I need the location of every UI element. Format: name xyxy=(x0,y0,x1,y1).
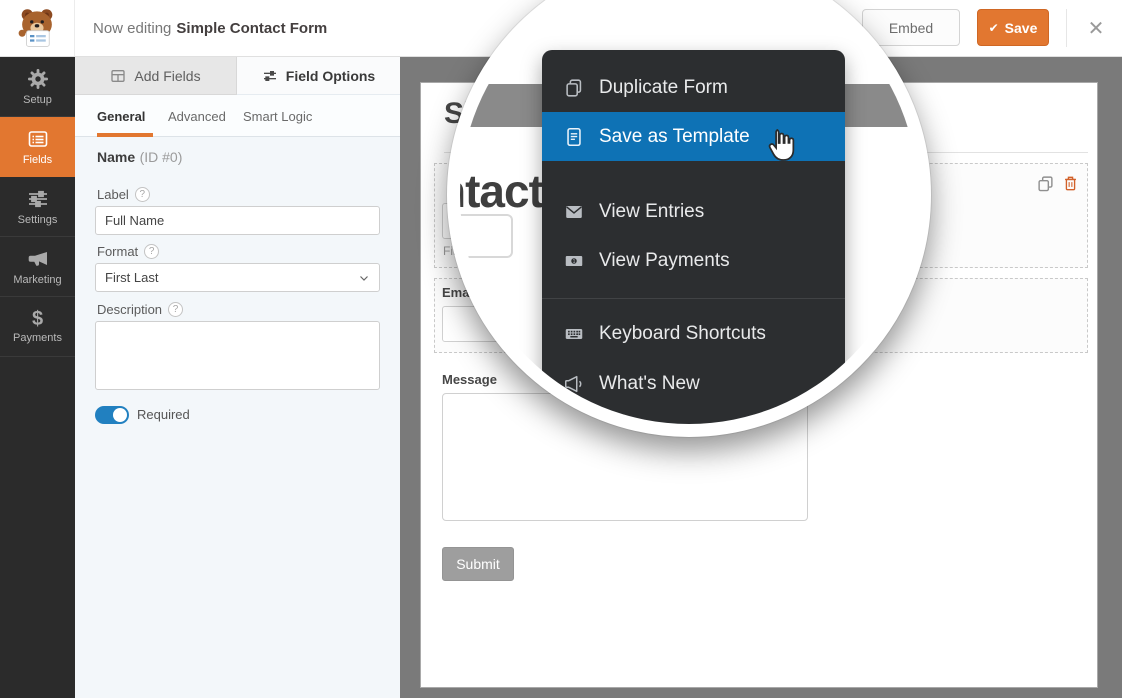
format-select[interactable]: First Last xyxy=(95,263,380,292)
field-heading: Name (ID #0) xyxy=(97,149,182,167)
now-editing-text: Now editing Simple Contact Form xyxy=(93,0,327,56)
wpforms-logo xyxy=(0,0,75,56)
nav-item-setup[interactable]: Setup xyxy=(0,57,75,117)
description-help-icon[interactable]: ? xyxy=(168,302,183,317)
menu-item-view-entries[interactable]: View Entries xyxy=(542,188,845,236)
tab-field-options[interactable]: Field Options xyxy=(237,57,400,95)
required-label: Required xyxy=(137,407,190,422)
description-textarea[interactable] xyxy=(95,321,380,390)
nav-item-payments[interactable]: $ Payments xyxy=(0,297,75,357)
builder-dropdown-menu: Duplicate Form Save as Template xyxy=(542,50,845,430)
gear-icon xyxy=(26,67,50,91)
menu-item-duplicate-form[interactable]: Duplicate Form xyxy=(542,64,845,112)
field-options-icon xyxy=(262,68,278,84)
check-icon: ✔ xyxy=(989,21,999,35)
embed-button[interactable]: Embed xyxy=(862,9,960,46)
close-icon: ✕ xyxy=(1088,16,1105,41)
field-actions xyxy=(1037,175,1078,192)
menu-item-whats-new[interactable]: What's New xyxy=(542,360,845,408)
sliders-icon xyxy=(26,187,50,211)
tab-add-fields[interactable]: Add Fields xyxy=(75,57,237,95)
format-help-icon[interactable]: ? xyxy=(144,244,159,259)
nav-item-fields[interactable]: Fields xyxy=(0,117,75,177)
now-editing-prefix: Now editing xyxy=(93,20,171,37)
label-input[interactable] xyxy=(95,206,380,235)
subtab-advanced[interactable]: Advanced xyxy=(168,95,226,137)
duplicate-field-icon[interactable] xyxy=(1037,175,1054,192)
save-button[interactable]: ✔ Save xyxy=(977,9,1049,46)
magnified-input-fragment xyxy=(447,214,513,258)
submit-button-preview[interactable]: Submit xyxy=(442,547,514,581)
trash-icon[interactable] xyxy=(1063,175,1078,192)
megaphone-icon xyxy=(26,247,50,271)
dollar-icon: $ xyxy=(32,309,43,329)
required-toggle[interactable] xyxy=(95,406,129,424)
bear-logo-icon xyxy=(16,5,58,51)
document-icon xyxy=(563,126,585,148)
banknote-icon: 1 xyxy=(563,250,585,272)
active-subtab-underline xyxy=(97,133,153,137)
nav-item-settings[interactable]: Settings xyxy=(0,177,75,237)
editing-form-name: Simple Contact Form xyxy=(176,20,327,37)
menu-separator xyxy=(542,298,845,299)
toggle-knob xyxy=(113,408,127,422)
add-fields-icon xyxy=(110,68,126,84)
menu-item-view-payments[interactable]: 1 View Payments xyxy=(542,237,845,285)
label-help-icon[interactable]: ? xyxy=(135,187,150,202)
wpforms-builder: Now editing Simple Contact Form ? Embed … xyxy=(0,0,1122,698)
option-subtabs: General Advanced Smart Logic xyxy=(75,95,400,137)
magnified-title-fragment: ntact xyxy=(447,164,543,218)
label-row: Label ? xyxy=(97,187,150,202)
subtab-general[interactable]: General xyxy=(97,95,145,137)
description-row: Description ? xyxy=(97,302,183,317)
subtab-smart-logic[interactable]: Smart Logic xyxy=(243,95,312,137)
format-row: Format ? xyxy=(97,244,159,259)
keyboard-icon xyxy=(563,323,585,345)
builder-nav: Setup Fields Settings xyxy=(0,57,75,698)
message-label: Message xyxy=(442,372,497,387)
menu-item-keyboard-shortcuts[interactable]: Keyboard Shortcuts xyxy=(542,310,845,358)
chevron-down-icon xyxy=(358,272,370,284)
duplicate-icon xyxy=(563,77,585,99)
announcement-icon xyxy=(563,373,585,395)
field-options-panel: Add Fields Field Options General Advance… xyxy=(75,57,400,698)
envelope-icon xyxy=(563,201,585,223)
hand-cursor-icon xyxy=(762,126,800,164)
svg-text:1: 1 xyxy=(573,259,576,265)
form-fields-icon xyxy=(26,127,50,151)
close-builder-button[interactable]: ✕ xyxy=(1080,13,1112,43)
nav-item-marketing[interactable]: Marketing xyxy=(0,237,75,297)
toolbar-divider xyxy=(1066,9,1067,47)
